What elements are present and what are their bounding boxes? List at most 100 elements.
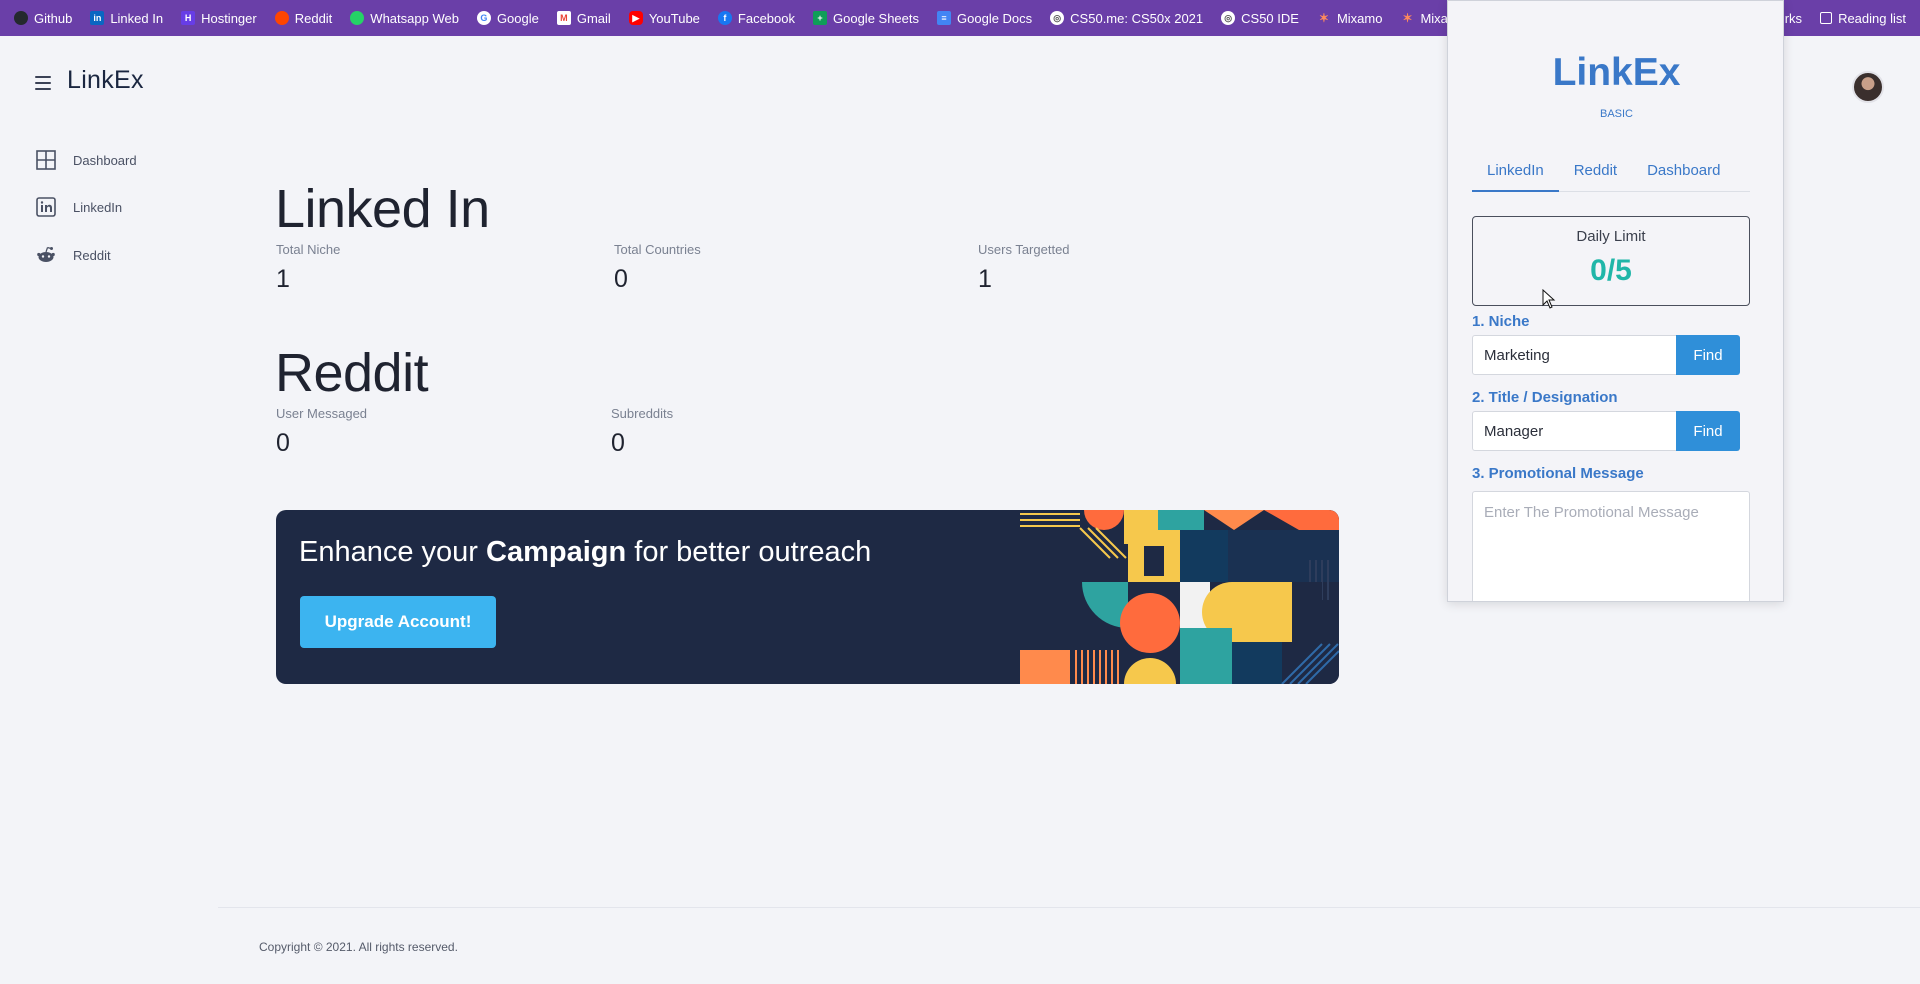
sidebar-item-dashboard[interactable]: Dashboard [36, 150, 137, 170]
bookmark-gmail[interactable]: M Gmail [556, 10, 611, 26]
bookmark-label: Whatsapp Web [370, 10, 459, 26]
linkedin-icon: in [90, 11, 105, 25]
bookmark-label: Hostinger [201, 10, 257, 26]
reading-list-icon [1820, 12, 1833, 24]
github-icon [14, 11, 28, 25]
bookmark-youtube[interactable]: ▶ YouTube [628, 10, 700, 26]
bookmark-label: Google [496, 10, 539, 26]
bookmark-label: CS50.me: CS50x 2021 [1070, 10, 1204, 26]
docs-icon: ≡ [937, 11, 952, 25]
popup-tabs: LinkedIn Reddit Dashboard [1472, 159, 1750, 192]
reading-list-label: Reading list [1838, 10, 1906, 26]
bookmark-reddit[interactable]: Reddit [274, 10, 333, 26]
stat-label-user-messaged: User Messaged [276, 406, 368, 421]
daily-limit-label: Daily Limit [1576, 228, 1646, 245]
daily-limit-value: 0/5 [1590, 254, 1632, 287]
extension-popup: LinkEx BASIC LinkedIn Reddit Dashboard D… [1447, 0, 1784, 602]
sidebar-item-linkedin[interactable]: LinkedIn [36, 197, 122, 217]
stat-label-users-targetted: Users Targetted [978, 242, 1070, 257]
google-icon: G [476, 11, 491, 25]
sheets-icon: + [813, 11, 827, 25]
tab-linkedin[interactable]: LinkedIn [1472, 159, 1559, 192]
reading-list[interactable]: Reading list [1820, 11, 1906, 26]
hostinger-icon: H [181, 11, 196, 25]
banner-text-bold: Campaign [486, 536, 627, 568]
linkedin-icon [36, 197, 56, 217]
bookmark-label: YouTube [648, 10, 700, 26]
stat-value-total-countries: 0 [614, 265, 628, 293]
facebook-icon: f [717, 11, 732, 25]
banner-headline: Enhance your Campaign for better outreac… [299, 536, 871, 569]
stat-label-total-countries: Total Countries [614, 242, 701, 257]
reddit-section-title: Reddit [275, 343, 429, 403]
daily-limit-card: Daily Limit 0/5 [1472, 216, 1750, 306]
bookmark-label: Reddit [294, 10, 333, 26]
upgrade-banner: Enhance your Campaign for better outreac… [276, 510, 1339, 684]
bookmark-label: Linked In [110, 10, 164, 26]
globe-icon: ◎ [1050, 11, 1065, 25]
copyright-text: Copyright © 2021. All rights reserved. [259, 940, 458, 954]
bookmark-label: CS50 IDE [1241, 10, 1299, 26]
bookmark-label: Google Sheets [833, 10, 920, 26]
banner-text-pre: Enhance your [299, 536, 487, 568]
niche-input[interactable] [1472, 335, 1677, 375]
linkedin-section-title: Linked In [275, 179, 490, 239]
bookmark-google-sheets[interactable]: + Google Sheets [813, 11, 919, 26]
bookmark-label: Gmail [576, 10, 611, 26]
menu-toggle-icon[interactable] [35, 76, 51, 90]
title-find-button[interactable]: Find [1676, 411, 1740, 451]
reddit-icon [37, 246, 55, 262]
mixamo-icon: ✶ [1402, 11, 1413, 25]
bookmarks-right: rks Reading list [1785, 0, 1906, 36]
youtube-icon: ▶ [628, 11, 643, 25]
other-bookmarks-label: rks [1784, 10, 1803, 26]
mouse-cursor-icon [1542, 289, 1556, 309]
sidebar-item-label: LinkedIn [73, 199, 123, 215]
niche-label: 1. Niche [1472, 313, 1530, 330]
mixamo-icon: ✶ [1318, 11, 1329, 25]
promotional-message-label: 3. Promotional Message [1472, 465, 1644, 482]
title-designation-input[interactable] [1472, 411, 1677, 451]
bookmark-whatsapp[interactable]: Whatsapp Web [350, 11, 459, 26]
bookmark-github[interactable]: Github [14, 11, 72, 26]
bookmark-label: Github [34, 10, 73, 26]
bookmark-cs50-ide[interactable]: ◎ CS50 IDE [1221, 11, 1299, 26]
niche-find-button[interactable]: Find [1676, 335, 1740, 375]
banner-geometric-art [1020, 510, 1339, 684]
grid-icon [36, 150, 56, 170]
popup-title: LinkEx [1552, 51, 1681, 94]
stat-value-subreddits: 0 [611, 429, 625, 457]
bookmark-linkedin[interactable]: in Linked In [90, 11, 163, 26]
bookmark-google[interactable]: G Google [476, 10, 539, 26]
upgrade-account-button[interactable]: Upgrade Account! [300, 596, 496, 648]
tab-dashboard[interactable]: Dashboard [1632, 159, 1735, 192]
popup-plan-badge: BASIC [1599, 108, 1633, 120]
bookmark-label: Facebook [737, 10, 795, 26]
bookmark-label: Google Docs [957, 10, 1033, 26]
footer-divider [218, 907, 1920, 908]
bookmark-cs50x[interactable]: ◎ CS50.me: CS50x 2021 [1050, 11, 1203, 26]
sidebar-item-reddit[interactable]: Reddit [36, 245, 111, 265]
avatar[interactable] [1852, 71, 1884, 103]
tab-reddit[interactable]: Reddit [1559, 159, 1632, 192]
stat-value-user-messaged: 0 [276, 429, 290, 457]
bookmark-label: Mixamo [1336, 10, 1383, 26]
banner-text-post: for better outreach [626, 536, 872, 568]
sidebar-item-label: Dashboard [73, 152, 137, 168]
stat-value-total-niche: 1 [276, 265, 290, 293]
bookmark-hostinger[interactable]: H Hostinger [181, 11, 257, 26]
bookmark-facebook[interactable]: f Facebook [717, 10, 795, 26]
title-designation-label: 2. Title / Designation [1472, 389, 1618, 406]
stat-label-total-niche: Total Niche [276, 242, 341, 257]
reddit-icon [274, 11, 289, 25]
other-bookmarks[interactable]: rks [1785, 11, 1802, 26]
whatsapp-icon [350, 11, 365, 25]
bookmark-mixamo[interactable]: ✶ Mixamo [1317, 11, 1383, 26]
promotional-message-input[interactable] [1472, 491, 1750, 601]
sidebar-item-label: Reddit [73, 247, 111, 263]
gmail-icon: M [556, 11, 571, 25]
brand-logo[interactable]: LinkEx [67, 66, 144, 95]
stat-label-subreddits: Subreddits [611, 406, 674, 421]
stat-value-users-targetted: 1 [978, 265, 992, 293]
bookmark-google-docs[interactable]: ≡ Google Docs [937, 11, 1032, 26]
